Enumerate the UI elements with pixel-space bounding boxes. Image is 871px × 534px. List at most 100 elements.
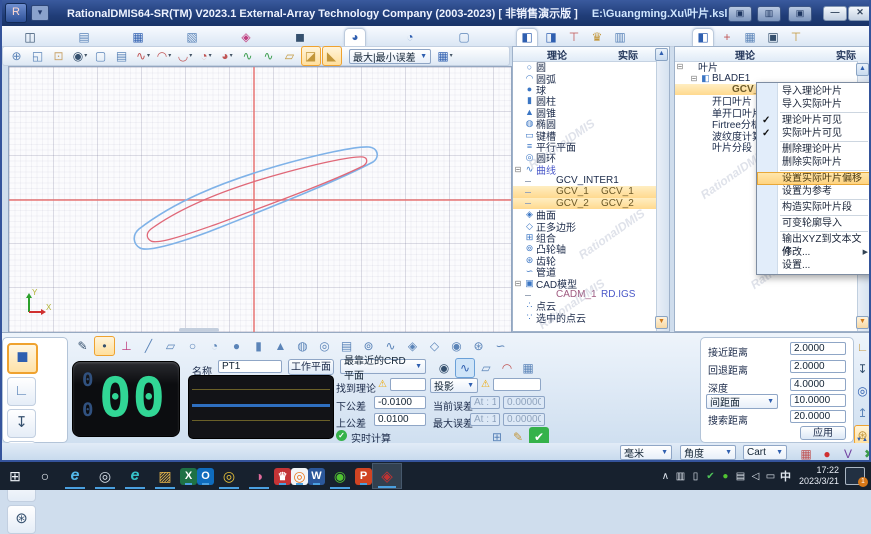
machine-view-button[interactable]: ◼	[7, 343, 38, 374]
estop-icon[interactable]: ●	[817, 444, 837, 464]
ellipse-icon[interactable]: ◍	[292, 336, 313, 356]
tree-item-gear[interactable]: ⊛ 齿轮	[513, 255, 657, 266]
curve-measure-icon[interactable]: ∿	[238, 46, 258, 66]
excel-icon[interactable]: X	[180, 468, 197, 485]
cone-icon[interactable]: ▲	[270, 336, 291, 356]
joystick-icon[interactable]: ▣	[728, 6, 752, 22]
menu-import-actual-blade[interactable]: 导入实际叶片	[757, 98, 871, 111]
scan-edge-icon[interactable]: ◕▾	[217, 46, 237, 66]
alignment-icon[interactable]: ▦	[796, 444, 816, 464]
tree-item-blade-root[interactable]: ⊟ 叶片	[675, 61, 858, 72]
usb-icon[interactable]: ▯	[688, 465, 703, 487]
probe-strip-icon[interactable]: ↧	[854, 359, 871, 379]
search-distance-input[interactable]	[790, 410, 846, 423]
foxit-icon[interactable]: ◎	[291, 468, 308, 485]
machine-tab-icon[interactable]: ◫	[20, 29, 40, 46]
monitor-tab-icon[interactable]: ▢	[454, 29, 474, 46]
tools-button[interactable]: ⊛	[7, 505, 36, 534]
display-mode-icon[interactable]: ▦▾	[435, 46, 455, 66]
scan-section-icon[interactable]: ◡▾	[175, 46, 195, 66]
tree-item-cylinder[interactable]: ▮ 圆柱	[513, 95, 657, 106]
column-actual[interactable]: 实际	[601, 47, 655, 62]
tree-item-pipe[interactable]: ∽ 管道	[513, 266, 657, 277]
tree-item-pointcloud[interactable]: ∴ 点云	[513, 300, 657, 311]
select-box-icon[interactable]: ▢	[91, 46, 111, 66]
zoom-window-icon[interactable]: ◱	[28, 46, 48, 66]
circle-icon[interactable]: ○	[182, 336, 203, 356]
app-icon[interactable]: R	[5, 3, 27, 23]
angle-dropdown[interactable]: 角度▼	[680, 445, 736, 460]
tree-item-camshaft[interactable]: ⊚ 凸轮轴	[513, 243, 657, 254]
taskbar-clock[interactable]: 17:22 2023/3/21	[799, 465, 839, 487]
camera-tray-icon[interactable]: ▤	[733, 465, 748, 487]
spacing-value-input[interactable]	[790, 394, 846, 407]
menu-actual-blade-visible[interactable]: ✓ 实际叶片可见	[757, 127, 871, 140]
menu-delete-actual-blade[interactable]: 删除实际叶片	[757, 156, 871, 169]
tree-item-sphere[interactable]: ● 球	[513, 84, 657, 95]
view-tab-icon[interactable]: ◕	[344, 28, 366, 46]
report-tab-icon[interactable]: ▥	[610, 29, 630, 46]
volume-icon[interactable]: ◁	[748, 465, 763, 487]
tree-item-gcv-inter1[interactable]: GCV_INTER1	[513, 175, 657, 186]
fit-view-icon[interactable]: ⊕	[7, 46, 27, 66]
network-icon[interactable]: ▭	[763, 465, 778, 487]
defender-icon[interactable]: ✔	[703, 465, 718, 487]
rationaldmis-icon[interactable]: ◈	[372, 463, 402, 489]
blade-tab-icon[interactable]: ◧	[692, 28, 714, 46]
vision-icon[interactable]: V	[838, 444, 858, 464]
torus-icon[interactable]: ◎	[314, 336, 335, 356]
probe-tab-icon[interactable]: ◼	[290, 29, 310, 46]
chrome-icon[interactable]: ◎	[214, 463, 244, 489]
joystick2-icon[interactable]: ▣	[788, 6, 812, 22]
feature-name-input[interactable]	[218, 360, 282, 373]
menu-nominal-blade-visible[interactable]: ✓ 理论叶片可见	[757, 114, 871, 127]
evaluate-tab-icon[interactable]: ◔	[400, 29, 420, 46]
tree-item-cone[interactable]: ▲ 圆锥	[513, 107, 657, 118]
feature-tab-icon[interactable]: ◧	[516, 28, 538, 46]
search-button[interactable]: ○	[30, 463, 60, 489]
expander-icon[interactable]: ⊟	[513, 165, 523, 174]
work-plane-button[interactable]: 工作平面	[288, 359, 334, 375]
curve-fit-icon[interactable]: ◣	[322, 46, 342, 66]
expander-icon[interactable]: ⊟	[689, 74, 699, 83]
pan-icon[interactable]: ⊡	[49, 46, 69, 66]
scroll-down-button[interactable]: ▼	[655, 316, 668, 329]
table-tab-icon[interactable]: ▦	[740, 29, 760, 46]
tree-item-torus[interactable]: ◎ 圆环	[513, 152, 657, 163]
scan-patch-icon[interactable]: ◔▾	[196, 46, 216, 66]
edge-icon[interactable]: e	[120, 463, 150, 489]
projection-value-input[interactable]	[493, 378, 541, 391]
unit-dropdown[interactable]: 毫米▼	[620, 445, 672, 460]
menu-variable-contour-import[interactable]: 可变轮廓导入	[757, 217, 871, 230]
expander-icon[interactable]: ⊟	[513, 279, 523, 288]
snapshot-icon[interactable]: ▤	[112, 46, 132, 66]
tree-item-combine[interactable]: ⊞ 组合	[513, 232, 657, 243]
caliper-strip-icon[interactable]: ∟	[854, 337, 871, 357]
find-nominal-input[interactable]	[390, 378, 426, 391]
outlook-icon[interactable]: O	[197, 468, 214, 485]
plane-axes-icon[interactable]: ⊥	[116, 336, 137, 356]
cad-tab-icon[interactable]: ◈	[236, 29, 256, 46]
plane-icon[interactable]: ▱	[160, 336, 181, 356]
chart-tray-icon[interactable]: ▥	[757, 6, 781, 22]
menu-set-actual-blade-offset[interactable]: 设置实际叶片偏移	[757, 172, 871, 185]
close-button[interactable]: ✕	[848, 6, 871, 21]
word-icon[interactable]: W	[308, 468, 325, 485]
probe2-strip-icon[interactable]: ↥	[854, 403, 871, 423]
ime-indicator[interactable]: 中	[778, 465, 793, 487]
depth-input[interactable]	[790, 378, 846, 391]
scroll-down-button[interactable]: ▼	[856, 316, 869, 329]
menu-set-as-reference[interactable]: 设置为参考	[757, 185, 871, 198]
tree-item-selected-pointcloud[interactable]: ∵ 选中的点云	[513, 312, 657, 323]
gallery-icon[interactable]: ◑	[244, 463, 274, 489]
tree-item-gcv-2[interactable]: GCV_2 GCV_2	[513, 198, 657, 209]
column-theory[interactable]: 理论	[513, 47, 601, 62]
tree-item-arc[interactable]: ◠ 圆弧	[513, 72, 657, 83]
probe-config-tab-icon[interactable]: ⊤	[564, 29, 584, 46]
tree-item-gcv-1[interactable]: GCV_1 GCV_1	[513, 186, 657, 197]
tree-item-ellipse[interactable]: ◍ 椭圆	[513, 118, 657, 129]
tree-item-cad-model[interactable]: ⊟ ▣ CAD模型	[513, 277, 657, 288]
tree-item-surface[interactable]: ◈ 曲面	[513, 209, 657, 220]
magnifier-strip-icon[interactable]: ◎	[854, 381, 871, 401]
multiprobe-icon[interactable]: ✖	[859, 444, 871, 464]
